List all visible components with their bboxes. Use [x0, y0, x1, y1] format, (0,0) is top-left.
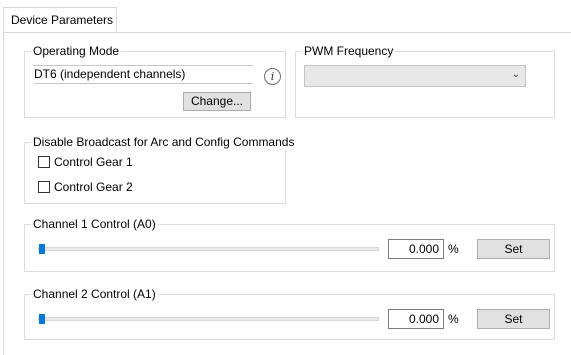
channel-1-value-input[interactable]: 0.000 [388, 239, 444, 259]
channel-1-legend: Channel 1 Control (A0) [31, 217, 158, 231]
operating-mode-legend: Operating Mode [31, 44, 122, 58]
channel-2-unit: % [448, 312, 459, 326]
disable-broadcast-legend: Disable Broadcast for Arc and Config Com… [31, 135, 297, 149]
operating-mode-value: DT6 (independent channels) [34, 65, 253, 84]
control-gear-1-label: Control Gear 1 [54, 155, 133, 169]
channel-2-legend: Channel 2 Control (A1) [31, 287, 158, 301]
tab-strip: Device Parameters [0, 0, 571, 33]
channel-1-slider-track[interactable] [38, 247, 379, 251]
channel-2-set-button[interactable]: Set [477, 309, 550, 329]
disable-broadcast-group: Disable Broadcast for Arc and Config Com… [24, 135, 297, 204]
control-gear-2-label: Control Gear 2 [54, 180, 133, 194]
control-gear-1-checkbox[interactable] [38, 156, 50, 168]
channel-1-slider-thumb[interactable] [39, 244, 45, 254]
control-gear-1-option[interactable]: Control Gear 1 [38, 154, 133, 170]
channel-2-slider-thumb[interactable] [39, 314, 45, 324]
channel-1-set-button[interactable]: Set [477, 239, 550, 259]
info-icon[interactable]: i [264, 68, 281, 85]
operating-mode-group: Operating Mode DT6 (independent channels… [24, 44, 286, 118]
tab-device-parameters[interactable]: Device Parameters [3, 7, 117, 32]
channel-2-slider-track[interactable] [38, 317, 379, 321]
pwm-frequency-select[interactable]: ⌄ [304, 65, 526, 87]
pwm-frequency-group: PWM Frequency ⌄ [295, 44, 555, 118]
channel-2-value-input[interactable]: 0.000 [388, 309, 444, 329]
change-mode-button[interactable]: Change... [183, 92, 251, 111]
channel-1-control-group: Channel 1 Control (A0) 0.000 % Set [24, 217, 555, 272]
chevron-down-icon: ⌄ [511, 69, 520, 80]
pwm-frequency-legend: PWM Frequency [302, 44, 396, 58]
device-parameters-window: Device Parameters Operating Mode DT6 (in… [0, 0, 571, 355]
control-gear-2-checkbox[interactable] [38, 181, 50, 193]
control-gear-2-option[interactable]: Control Gear 2 [38, 179, 133, 195]
channel-1-unit: % [448, 242, 459, 256]
channel-2-control-group: Channel 2 Control (A1) 0.000 % Set [24, 287, 555, 340]
